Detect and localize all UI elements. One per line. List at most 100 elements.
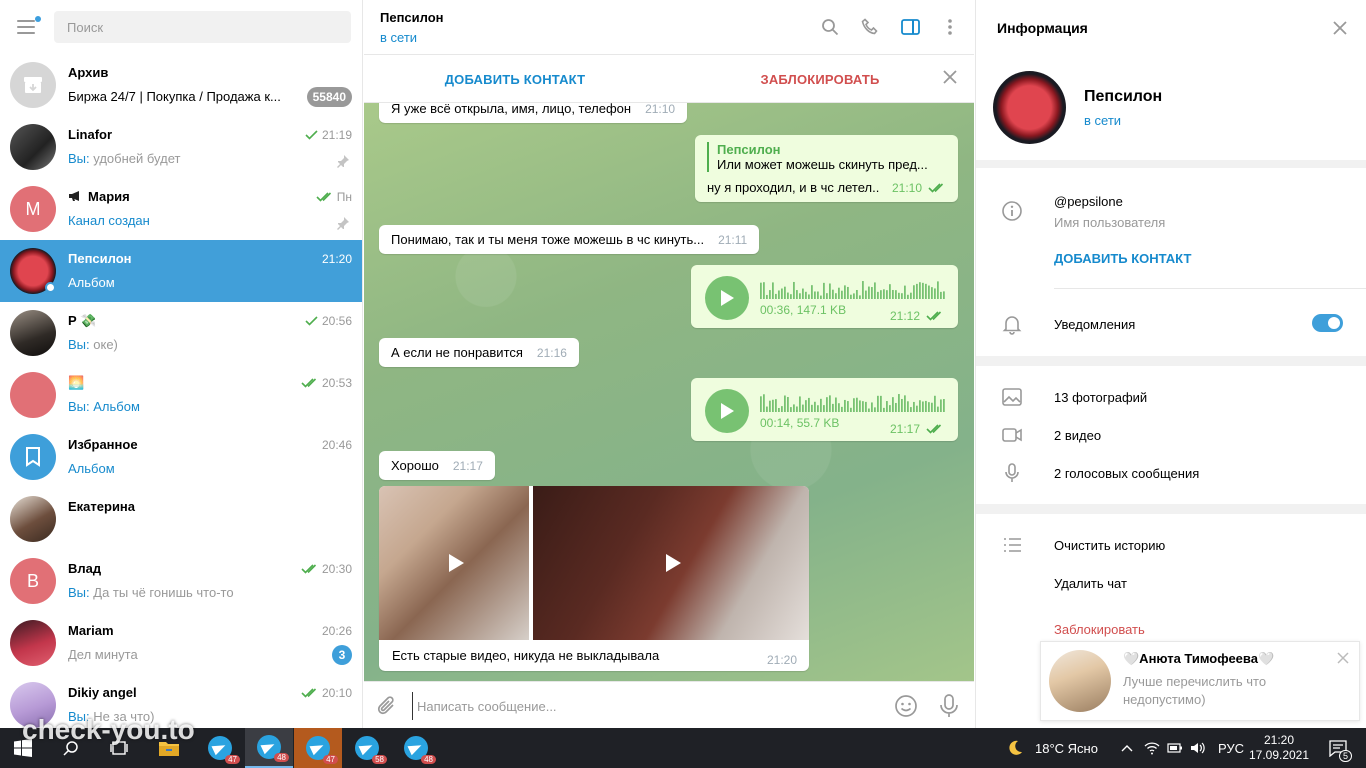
telegram-taskbar-icon[interactable]: 58 <box>343 728 391 768</box>
telegram-taskbar-icon[interactable]: 47 <box>196 728 244 768</box>
reply-quote[interactable]: Пепсилон Или может можешь скинуть пред..… <box>707 142 946 172</box>
chat-item-r[interactable]: Р 💸 20:56 Вы: оке) <box>0 302 362 364</box>
weather-text[interactable]: 18°C Ясно <box>1035 728 1098 768</box>
task-view-icon[interactable] <box>96 728 142 768</box>
chat-name: Влад <box>68 561 102 576</box>
username-label: Имя пользователя <box>1054 215 1166 230</box>
play-button[interactable] <box>705 276 749 320</box>
speaker-icon[interactable] <box>1187 728 1209 768</box>
wifi-icon[interactable] <box>1141 728 1163 768</box>
chat-item-vlad[interactable]: В Влад 20:30 Вы: Да ты чё гонишь что-то <box>0 550 362 612</box>
voice-message: 00:14, 55.7 KB 21:17 <box>691 378 958 441</box>
windows-start-icon[interactable] <box>0 728 46 768</box>
search-icon[interactable] <box>820 16 840 38</box>
notifications-label: Уведомления <box>1054 317 1136 332</box>
telegram-taskbar-icon[interactable]: 48 <box>392 728 440 768</box>
chevron-up-icon[interactable] <box>1116 728 1138 768</box>
search-icon[interactable] <box>48 728 94 768</box>
notifications-toggle[interactable] <box>1312 314 1343 332</box>
telegram-taskbar-icon[interactable]: 47 <box>294 728 342 768</box>
notifications-icon[interactable]: 5 <box>1318 728 1358 768</box>
menu-icon[interactable] <box>17 16 41 34</box>
close-icon[interactable] <box>942 69 958 85</box>
phone-icon[interactable] <box>860 16 880 38</box>
megaphone-icon <box>69 191 79 201</box>
voice-info: 00:36, 147.1 KB <box>760 303 847 317</box>
search-input[interactable] <box>54 11 351 43</box>
telegram-window: Архив Биржа 24/7 | Покупка / Продажа к..… <box>0 0 1366 728</box>
paperclip-icon[interactable] <box>376 695 398 717</box>
notification-toast[interactable]: 🤍Анюта Тимофеева🤍 Лучше перечислить что … <box>1040 641 1360 721</box>
block-button[interactable]: ЗАБЛОКИРОВАТЬ <box>666 72 974 87</box>
message-list[interactable]: Я уже всё открыла, имя, лицо, телефон 21:… <box>364 103 974 681</box>
username[interactable]: @pepsilone <box>1054 194 1123 209</box>
photos-count[interactable]: 13 фотографий <box>1054 390 1147 405</box>
file-explorer-icon[interactable] <box>146 728 192 768</box>
video-thumbnail[interactable] <box>533 486 809 640</box>
chat-item-ekaterina[interactable]: Екатерина <box>0 488 362 550</box>
chat-item-mariam[interactable]: Mariam 20:26 Дел минута 3 <box>0 612 362 674</box>
profile-status: в сети <box>1084 113 1122 128</box>
videos-count[interactable]: 2 видео <box>1054 428 1101 443</box>
archive-icon <box>10 62 56 108</box>
chat-preview: Канал создан <box>68 213 150 228</box>
avatar <box>10 124 56 170</box>
voice-count[interactable]: 2 голосовых сообщения <box>1054 466 1199 481</box>
chat-item-saved[interactable]: Избранное 20:46 Альбом <box>0 426 362 488</box>
message-time: 21:12 <box>890 309 944 323</box>
info-details-section: @pepsilone Имя пользователя ДОБАВИТЬ КОН… <box>976 168 1366 356</box>
play-button[interactable] <box>705 389 749 433</box>
clear-history-button[interactable]: Очистить историю <box>1054 538 1165 553</box>
telegram-taskbar-icon[interactable]: 48 <box>245 728 293 768</box>
chat-name: Mariam <box>68 623 114 638</box>
microphone-icon <box>1005 463 1019 482</box>
chat-panel: Пепсилон в сети ДОБАВИТЬ КОНТАКТ ЗАБЛОКИ… <box>364 0 974 728</box>
chat-item-pepsilon[interactable]: Пепсилон 21:20 Альбом <box>0 240 362 302</box>
battery-icon[interactable] <box>1164 728 1186 768</box>
waveform[interactable] <box>760 279 946 299</box>
chat-time: 20:46 <box>321 438 352 452</box>
delete-chat-button[interactable]: Удалить чат <box>1054 576 1127 591</box>
chat-item-dikiy-angel[interactable]: Dikiy angel 20:10 Вы: Не за что) <box>0 674 362 728</box>
more-icon[interactable] <box>940 16 960 38</box>
contact-action-bar: ДОБАВИТЬ КОНТАКТ ЗАБЛОКИРОВАТЬ <box>364 55 974 103</box>
chat-item-sunset[interactable]: 🌅 20:53 Вы: Альбом <box>0 364 362 426</box>
message-composer <box>364 681 974 728</box>
double-check-icon <box>301 564 317 574</box>
double-check-icon <box>301 378 317 388</box>
chat-name: Linafor <box>68 127 113 142</box>
bookmark-icon <box>10 434 56 480</box>
play-icon <box>449 554 464 572</box>
message-incoming: Я уже всё открыла, имя, лицо, телефон 21:… <box>379 103 688 123</box>
add-contact-link[interactable]: ДОБАВИТЬ КОНТАКТ <box>1054 251 1191 266</box>
peer-name[interactable]: Пепсилон <box>380 10 444 25</box>
block-user-button[interactable]: Заблокировать <box>1054 622 1145 637</box>
chat-item-maria[interactable]: М Мария Пн Канал создан <box>0 178 362 240</box>
chat-header: Пепсилон в сети <box>364 0 974 55</box>
microphone-icon[interactable] <box>938 693 960 719</box>
waveform[interactable] <box>760 392 946 412</box>
chat-item-archive[interactable]: Архив Биржа 24/7 | Покупка / Продажа к..… <box>0 54 362 116</box>
chat-preview: Вы: Да ты чё гонишь что-то <box>68 585 234 600</box>
divider <box>1054 288 1366 289</box>
avatar <box>10 620 56 666</box>
add-contact-button[interactable]: ДОБАВИТЬ КОНТАКТ <box>364 72 666 87</box>
moon-icon <box>1000 728 1030 768</box>
chat-time: 20:10 <box>301 686 352 700</box>
emoji-icon[interactable] <box>894 694 918 718</box>
message-incoming: Хорошо 21:17 <box>379 451 495 480</box>
chat-item-linafor[interactable]: Linafor 21:19 Вы: удобней будет <box>0 116 362 178</box>
info-icon <box>1002 201 1022 221</box>
avatar <box>1049 650 1111 712</box>
close-icon[interactable] <box>1337 652 1349 664</box>
sidebar-toggle-icon[interactable] <box>900 16 920 38</box>
clock[interactable]: 21:20 17.09.2021 <box>1249 728 1309 768</box>
profile-avatar[interactable] <box>993 71 1066 144</box>
online-indicator <box>45 282 56 293</box>
close-icon[interactable] <box>1332 20 1348 36</box>
video-thumbnail[interactable] <box>379 486 529 640</box>
language-indicator[interactable]: РУС <box>1218 728 1244 768</box>
info-header-section: Информация Пепсилон в сети <box>976 0 1366 160</box>
chat-preview: Альбом <box>68 461 115 476</box>
message-input[interactable] <box>412 692 872 720</box>
